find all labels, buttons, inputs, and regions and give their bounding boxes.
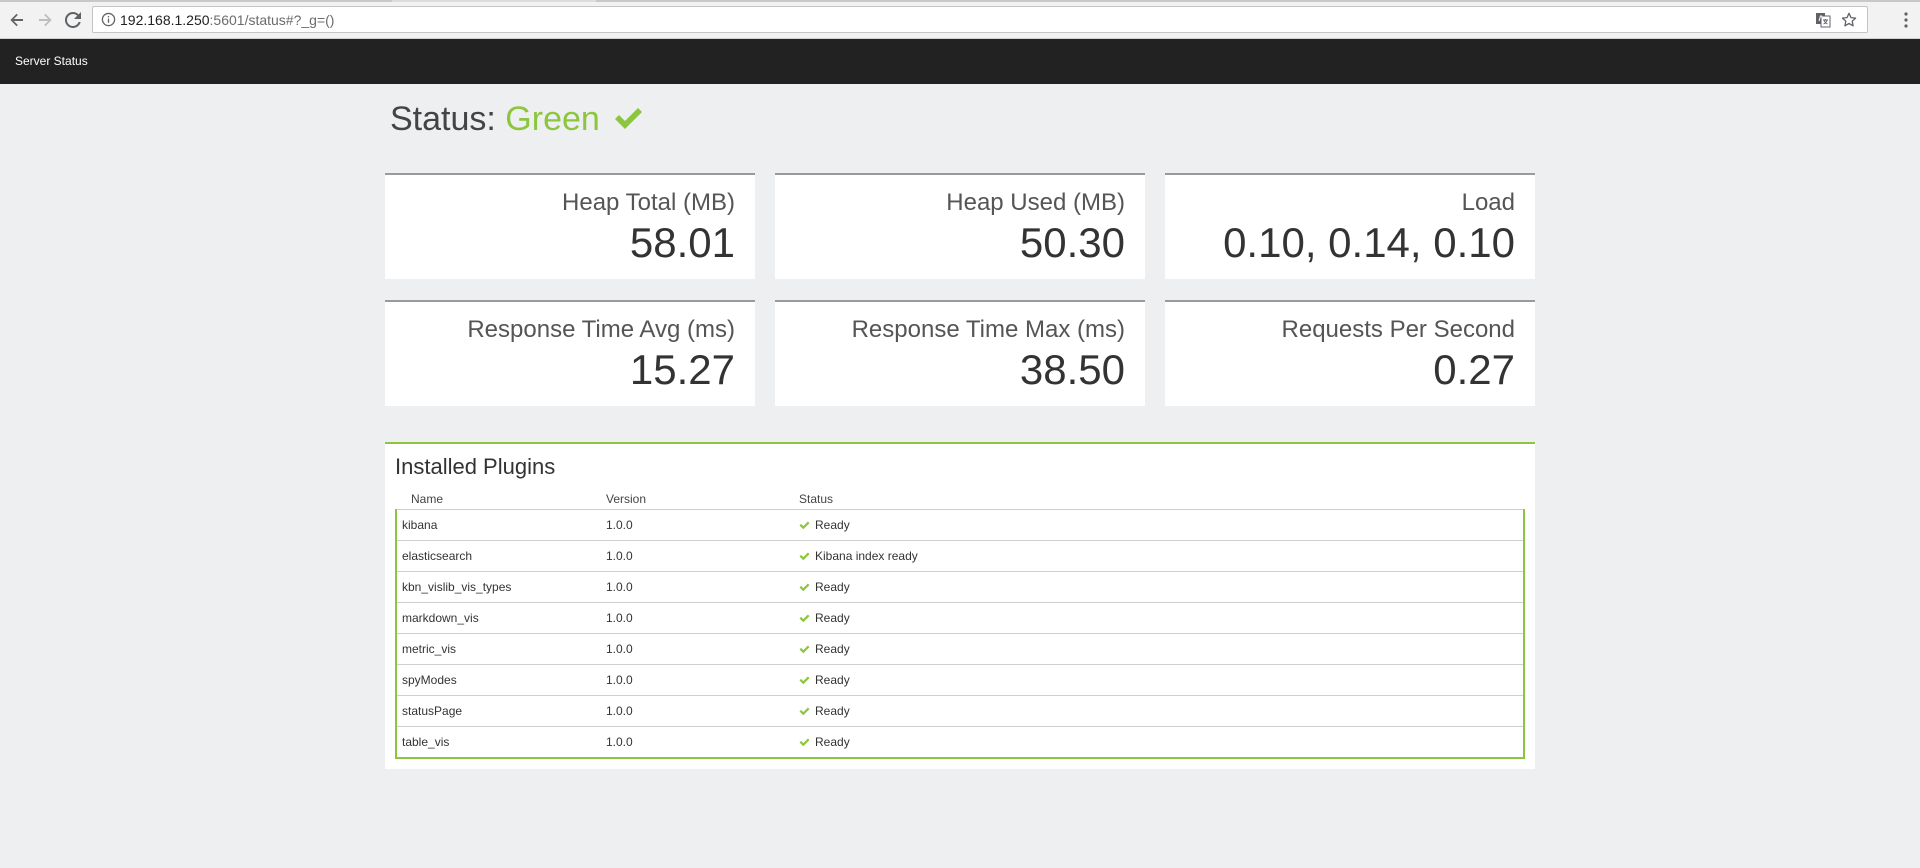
plugin-version: 1.0.0 bbox=[601, 633, 794, 665]
column-header-version: Version bbox=[601, 488, 794, 510]
check-icon bbox=[799, 645, 810, 654]
plugin-status-text: Kibana index ready bbox=[815, 549, 918, 563]
url-text[interactable]: 192.168.1.250:5601/status#?_g=() bbox=[120, 12, 334, 28]
plugin-version: 1.0.0 bbox=[601, 571, 794, 603]
plugin-version: 1.0.0 bbox=[601, 602, 794, 634]
server-status-link[interactable]: Server Status bbox=[15, 54, 88, 68]
table-row: table_vis 1.0.0 Ready bbox=[395, 726, 1525, 759]
plugin-status: Ready bbox=[794, 695, 1525, 727]
metric-title: Response Time Avg (ms) bbox=[467, 316, 735, 343]
forward-button[interactable] bbox=[34, 9, 56, 31]
table-row: statusPage 1.0.0 Ready bbox=[395, 695, 1525, 727]
app-header: Server Status bbox=[0, 39, 1920, 84]
metric-value: 50.30 bbox=[1019, 219, 1125, 266]
plugin-name: kibana bbox=[395, 509, 601, 541]
address-bar[interactable]: 192.168.1.250:5601/status#?_g=() bbox=[92, 6, 1868, 33]
plugin-status-text: Ready bbox=[815, 518, 850, 532]
url-host: 192.168.1.250 bbox=[120, 12, 210, 28]
plugin-status-text: Ready bbox=[815, 611, 850, 625]
plugin-name: kbn_vislib_vis_types bbox=[395, 571, 601, 603]
table-row: elasticsearch 1.0.0 Kibana index ready bbox=[395, 540, 1525, 572]
plugin-status-text: Ready bbox=[815, 735, 850, 749]
tab-strip bbox=[0, 0, 1920, 2]
metric-value: 0.10, 0.14, 0.10 bbox=[1223, 219, 1515, 266]
plugin-version: 1.0.0 bbox=[601, 509, 794, 541]
plugin-status: Ready bbox=[794, 571, 1525, 603]
translate-icon[interactable] bbox=[1815, 12, 1831, 28]
plugin-name: elasticsearch bbox=[395, 540, 601, 572]
status-state: Green bbox=[505, 100, 600, 138]
check-icon bbox=[799, 583, 810, 592]
metric-title: Load bbox=[1461, 189, 1515, 216]
column-header-status: Status bbox=[794, 488, 1524, 510]
plugin-version: 1.0.0 bbox=[601, 695, 794, 727]
metric-value: 0.27 bbox=[1433, 346, 1515, 393]
check-icon bbox=[799, 738, 810, 747]
metric-heap-total: Heap Total (MB) 58.01 bbox=[385, 173, 755, 279]
plugin-name: spyModes bbox=[395, 664, 601, 696]
plugin-status: Ready bbox=[794, 664, 1525, 696]
check-icon bbox=[615, 108, 643, 129]
metric-value: 58.01 bbox=[629, 219, 735, 266]
plugin-version: 1.0.0 bbox=[601, 540, 794, 572]
plugin-status-text: Ready bbox=[815, 673, 850, 687]
browser-menu-icon[interactable] bbox=[1896, 9, 1916, 31]
metric-requests-per-second: Requests Per Second 0.27 bbox=[1165, 300, 1535, 406]
plugin-version: 1.0.0 bbox=[601, 664, 794, 696]
metric-response-time-avg: Response Time Avg (ms) 15.27 bbox=[385, 300, 755, 406]
plugin-status-text: Ready bbox=[815, 580, 850, 594]
plugin-status: Ready bbox=[794, 633, 1525, 665]
plugin-status-text: Ready bbox=[815, 704, 850, 718]
plugin-status: Ready bbox=[794, 602, 1525, 634]
metric-title: Requests Per Second bbox=[1281, 316, 1515, 343]
plugins-table: Name Version Status kibana 1.0.0 Ready e… bbox=[395, 488, 1525, 759]
plugin-status-text: Ready bbox=[815, 642, 850, 656]
metric-title: Response Time Max (ms) bbox=[851, 316, 1125, 343]
bookmark-star-icon[interactable] bbox=[1841, 12, 1857, 28]
plugin-name: statusPage bbox=[395, 695, 601, 727]
metric-response-time-max: Response Time Max (ms) 38.50 bbox=[775, 300, 1145, 406]
plugin-name: markdown_vis bbox=[395, 602, 601, 634]
plugin-version: 1.0.0 bbox=[601, 726, 794, 759]
plugin-status: Ready bbox=[794, 726, 1525, 759]
check-icon bbox=[799, 521, 810, 530]
check-icon bbox=[799, 552, 810, 561]
check-icon bbox=[799, 614, 810, 623]
forward-arrow-icon bbox=[39, 13, 52, 27]
status-heading: Status: Green bbox=[390, 100, 643, 139]
table-row: spyModes 1.0.0 Ready bbox=[395, 664, 1525, 696]
metric-load: Load 0.10, 0.14, 0.10 bbox=[1165, 173, 1535, 279]
metric-heap-used: Heap Used (MB) 50.30 bbox=[775, 173, 1145, 279]
back-button[interactable] bbox=[6, 9, 28, 31]
reload-button[interactable] bbox=[62, 9, 84, 31]
plugin-status: Ready bbox=[794, 509, 1525, 541]
table-row: metric_vis 1.0.0 Ready bbox=[395, 633, 1525, 665]
status-label: Status: bbox=[390, 100, 496, 138]
url-path: :5601/status#?_g=() bbox=[209, 12, 335, 28]
check-icon bbox=[799, 707, 810, 716]
metric-title: Heap Used (MB) bbox=[946, 189, 1125, 216]
metric-title: Heap Total (MB) bbox=[562, 189, 735, 216]
plugin-name: metric_vis bbox=[395, 633, 601, 665]
plugin-status: Kibana index ready bbox=[794, 540, 1525, 572]
installed-plugins-panel: Installed Plugins Name Version Status ki… bbox=[385, 442, 1535, 769]
table-row: markdown_vis 1.0.0 Ready bbox=[395, 602, 1525, 634]
metric-value: 38.50 bbox=[1019, 346, 1125, 393]
table-row: kibana 1.0.0 Ready bbox=[395, 509, 1525, 541]
plugins-title: Installed Plugins bbox=[395, 454, 556, 479]
reload-icon bbox=[65, 12, 81, 28]
plugin-name: table_vis bbox=[395, 726, 601, 759]
browser-toolbar: 192.168.1.250:5601/status#?_g=() bbox=[0, 0, 1920, 39]
check-icon bbox=[799, 676, 810, 685]
table-header-row: Name Version Status bbox=[396, 488, 1524, 510]
info-icon[interactable] bbox=[101, 12, 116, 27]
table-row: kbn_vislib_vis_types 1.0.0 Ready bbox=[395, 571, 1525, 603]
metric-value: 15.27 bbox=[629, 346, 735, 393]
column-header-name: Name bbox=[396, 488, 601, 510]
back-arrow-icon bbox=[10, 13, 23, 27]
